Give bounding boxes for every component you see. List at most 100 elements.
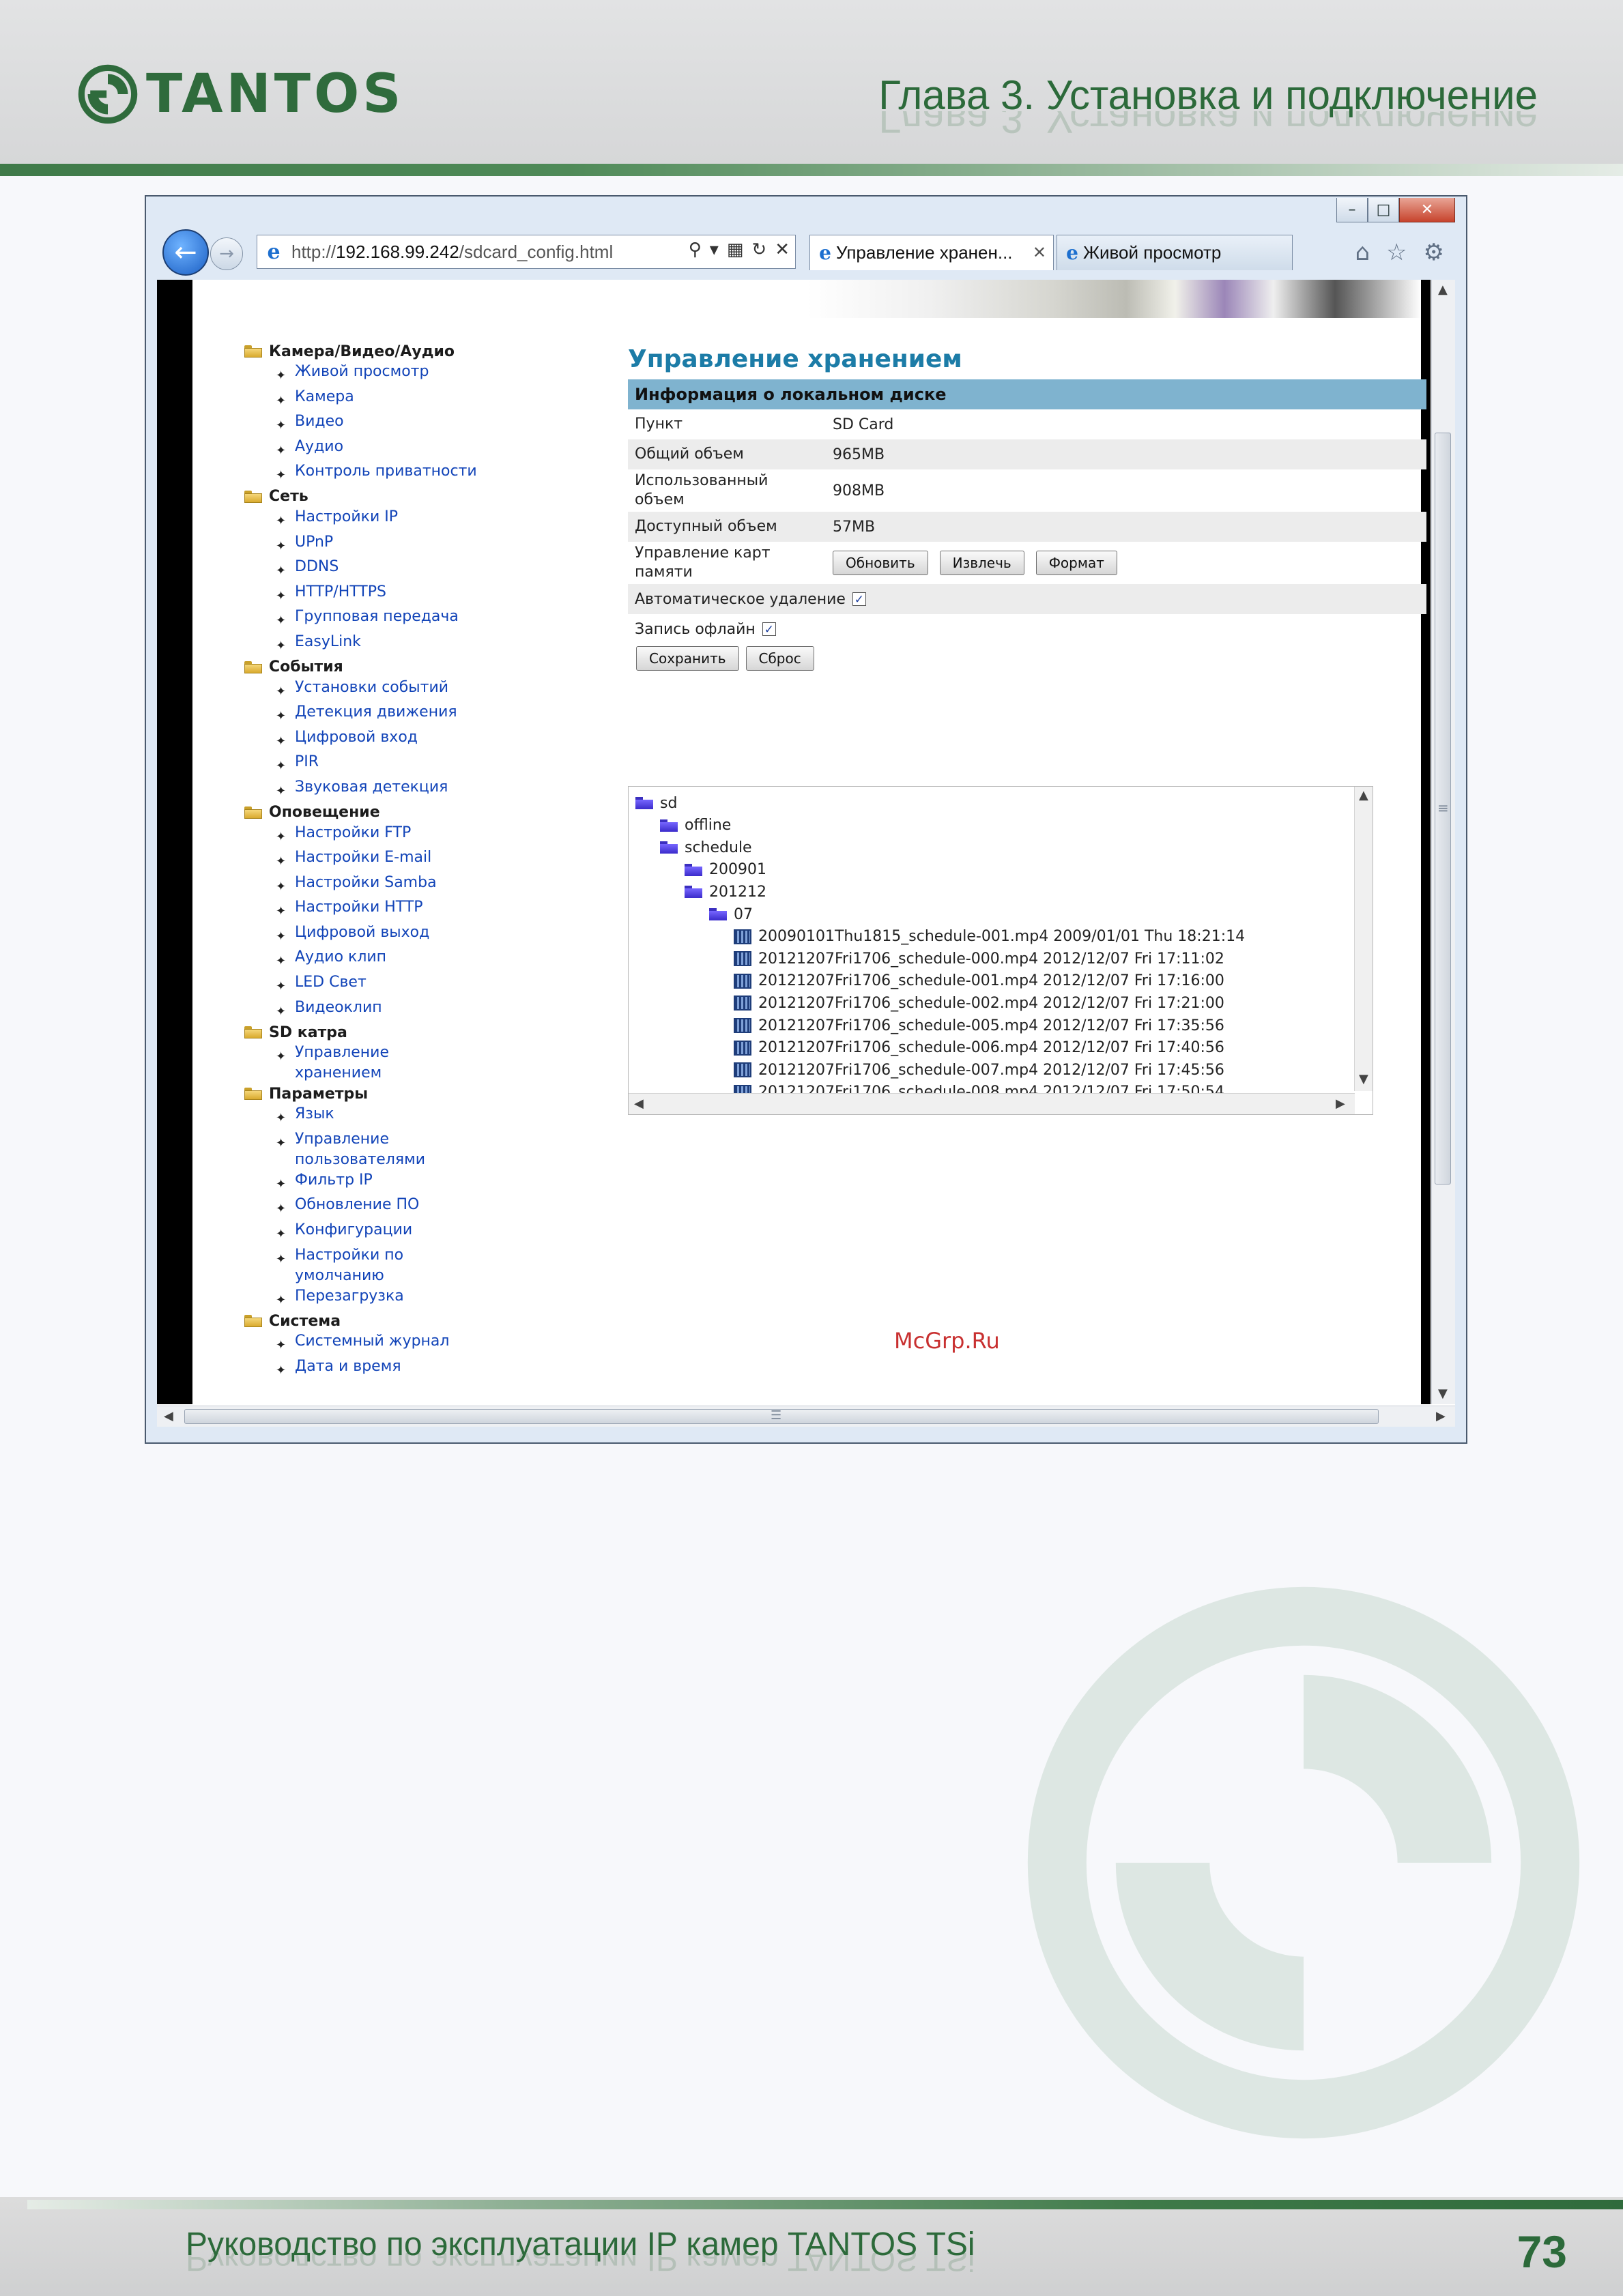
tree-file[interactable]: 20121207Fri1706_schedule-000.mp4 2012/12… (734, 948, 1224, 970)
scroll-thumb[interactable]: ☰ (184, 1408, 1379, 1424)
sidebar-item-label: Звуковая детекция (295, 778, 448, 796)
tree-vertical-scrollbar[interactable]: ▲ ▼ (1354, 787, 1373, 1091)
forward-arrow-icon[interactable]: → (210, 237, 243, 270)
tree-file[interactable]: 20121207Fri1706_schedule-001.mp4 2012/12… (734, 970, 1224, 992)
refresh-button[interactable]: Обновить (833, 551, 928, 575)
refresh-icon[interactable]: ↻ (751, 239, 766, 260)
sidebar-item[interactable]: ✦ Камера (244, 387, 558, 412)
sidebar-item[interactable]: ✦ Установки событий (244, 678, 558, 703)
settings-gear-icon[interactable]: ⚙ (1424, 239, 1444, 266)
scroll-up-icon[interactable]: ▲ (1359, 788, 1368, 802)
sidebar-item[interactable]: ✦ Системный журнал (244, 1331, 558, 1356)
sidebar-item[interactable]: ✦ Управление хранением (244, 1043, 558, 1084)
tree-folder-201212[interactable]: 201212 (685, 881, 766, 903)
sidebar-item-label: Язык (295, 1105, 334, 1123)
dropdown-icon[interactable]: ▾ (710, 239, 719, 260)
close-icon[interactable]: ✕ (1399, 198, 1455, 222)
address-bar[interactable]: e http://192.168.99.242/sdcard_config.ht… (257, 235, 796, 269)
tree-folder-07[interactable]: 07 (709, 903, 753, 925)
sidebar-item[interactable]: ✦ Язык (244, 1104, 558, 1129)
bullet-icon: ✦ (276, 443, 287, 458)
scroll-right-icon[interactable]: ▶ (1336, 1096, 1345, 1111)
sidebar-category[interactable]: События (244, 657, 558, 678)
sidebar-item[interactable]: ✦ Контроль приватности (244, 461, 558, 486)
back-arrow-icon[interactable]: ← (162, 229, 209, 276)
reset-button[interactable]: Сброс (745, 646, 814, 671)
sidebar-item[interactable]: ✦ Настройки FTP (244, 823, 558, 848)
maximize-icon[interactable]: □ (1368, 198, 1399, 222)
sidebar-item[interactable]: ✦ Настройки IP (244, 507, 558, 532)
url-text[interactable]: http://192.168.99.242/sdcard_config.html (291, 242, 613, 263)
tab-close-icon[interactable]: ✕ (1033, 243, 1046, 263)
scroll-right-icon[interactable]: ▶ (1436, 1409, 1446, 1423)
sidebar-item[interactable]: ✦ HTTP/HTTPS (244, 582, 558, 607)
sidebar-item[interactable]: ✦ Живой просмотр (244, 362, 558, 387)
page-vertical-scrollbar[interactable]: ▲ ≡ ▼ (1431, 280, 1455, 1404)
scroll-left-icon[interactable]: ◀ (634, 1096, 644, 1111)
sidebar-item[interactable]: ✦ Обновление ПО (244, 1195, 558, 1220)
sidebar-item[interactable]: ✦ Аудио (244, 437, 558, 462)
save-button[interactable]: Сохранить (636, 646, 739, 671)
sidebar-item[interactable]: ✦ Цифровой выход (244, 922, 558, 948)
auto-delete-checkbox[interactable]: ✓ (852, 592, 866, 607)
tree-file[interactable]: 20121207Fri1706_schedule-002.mp4 2012/12… (734, 992, 1224, 1014)
sidebar-item[interactable]: ✦ Настройки по умолчанию (244, 1245, 558, 1286)
sidebar-category[interactable]: Система (244, 1311, 558, 1331)
sidebar-category[interactable]: Камера/Видео/Аудио (244, 341, 558, 362)
home-icon[interactable]: ⌂ (1355, 239, 1370, 266)
sidebar-category[interactable]: Оповещение (244, 802, 558, 823)
tree-folder-200901[interactable]: 200901 (685, 859, 766, 881)
browser-toolbar: ← → e http://192.168.99.242/sdcard_confi… (154, 229, 1458, 276)
sidebar-item[interactable]: ✦ Фильтр IP (244, 1170, 558, 1195)
sidebar-item[interactable]: ✦ Настройки HTTP (244, 897, 558, 922)
tree-file[interactable]: 20121207Fri1706_schedule-006.mp4 2012/12… (734, 1037, 1224, 1059)
scroll-down-icon[interactable]: ▼ (1438, 1386, 1448, 1401)
sidebar-item[interactable]: ✦ Групповая передача (244, 607, 558, 632)
tree-folder-offline[interactable]: offline (660, 815, 731, 837)
page-horizontal-scrollbar[interactable]: ◀ ☰ ▶ (157, 1406, 1455, 1427)
tab-label: Управление хранен... (836, 242, 1013, 263)
eject-button[interactable]: Извлечь (939, 551, 1024, 575)
chapter-title-reflection: Глава 3. Установка и подключение (878, 111, 1538, 141)
browser-right-tools: ⌂ ☆ ⚙ (1355, 239, 1444, 266)
sidebar-item[interactable]: ✦ Видео (244, 411, 558, 437)
stop-icon[interactable]: ✕ (775, 239, 790, 260)
offline-record-checkbox[interactable]: ✓ (762, 622, 776, 637)
scroll-down-icon[interactable]: ▼ (1359, 1072, 1368, 1086)
minimize-icon[interactable]: – (1336, 198, 1368, 222)
sidebar-item[interactable]: ✦ Управление пользователями (244, 1129, 558, 1170)
tab-live-view[interactable]: e Живой просмотр (1057, 235, 1293, 270)
scroll-left-icon[interactable]: ◀ (164, 1409, 173, 1423)
scroll-up-icon[interactable]: ▲ (1438, 282, 1448, 297)
format-button[interactable]: Формат (1035, 551, 1117, 575)
sidebar-item[interactable]: ✦ Настройки E-mail (244, 847, 558, 873)
tree-file[interactable]: 20090101Thu1815_schedule-001.mp4 2009/01… (734, 926, 1245, 948)
sidebar-item[interactable]: ✦ Цифровой вход (244, 727, 558, 753)
sidebar-item[interactable]: ✦ DDNS (244, 557, 558, 582)
sidebar-item[interactable]: ✦ Дата и время (244, 1356, 558, 1382)
sidebar-category[interactable]: Параметры (244, 1084, 558, 1104)
sidebar-item[interactable]: ✦ LED Свет (244, 972, 558, 998)
page-viewport: Камера/Видео/Аудио ✦ Живой просмотр ✦ Камера… (157, 280, 1455, 1406)
sidebar-item[interactable]: ✦ EasyLink (244, 632, 558, 657)
compatibility-view-icon[interactable]: ▦ (727, 239, 744, 260)
tree-folder-sd[interactable]: sd (635, 792, 677, 814)
tree-file[interactable]: 20121207Fri1706_schedule-007.mp4 2012/12… (734, 1059, 1224, 1081)
sidebar-item[interactable]: ✦ Звуковая детекция (244, 777, 558, 802)
sidebar-category[interactable]: Сеть (244, 486, 558, 507)
sidebar-item[interactable]: ✦ Детекция движения (244, 702, 558, 727)
tab-storage-management[interactable]: e Управление хранен... ✕ (809, 235, 1054, 270)
tree-folder-schedule[interactable]: schedule (660, 837, 752, 858)
sidebar-item[interactable]: ✦ Перезагрузка (244, 1286, 558, 1311)
sidebar-item[interactable]: ✦ Видеоклип (244, 998, 558, 1023)
search-icon[interactable]: ⚲ (689, 239, 702, 260)
sidebar-item[interactable]: ✦ Конфигурации (244, 1220, 558, 1245)
sidebar-category[interactable]: SD катра (244, 1022, 558, 1043)
tree-horizontal-scrollbar[interactable]: ◀ ▶ (629, 1093, 1355, 1114)
sidebar-item[interactable]: ✦ PIR (244, 752, 558, 777)
sidebar-item[interactable]: ✦ UPnP (244, 532, 558, 557)
sidebar-item[interactable]: ✦ Настройки Samba (244, 873, 558, 898)
tree-file[interactable]: 20121207Fri1706_schedule-005.mp4 2012/12… (734, 1015, 1224, 1036)
favorites-star-icon[interactable]: ☆ (1386, 239, 1407, 266)
sidebar-item[interactable]: ✦ Аудио клип (244, 947, 558, 972)
